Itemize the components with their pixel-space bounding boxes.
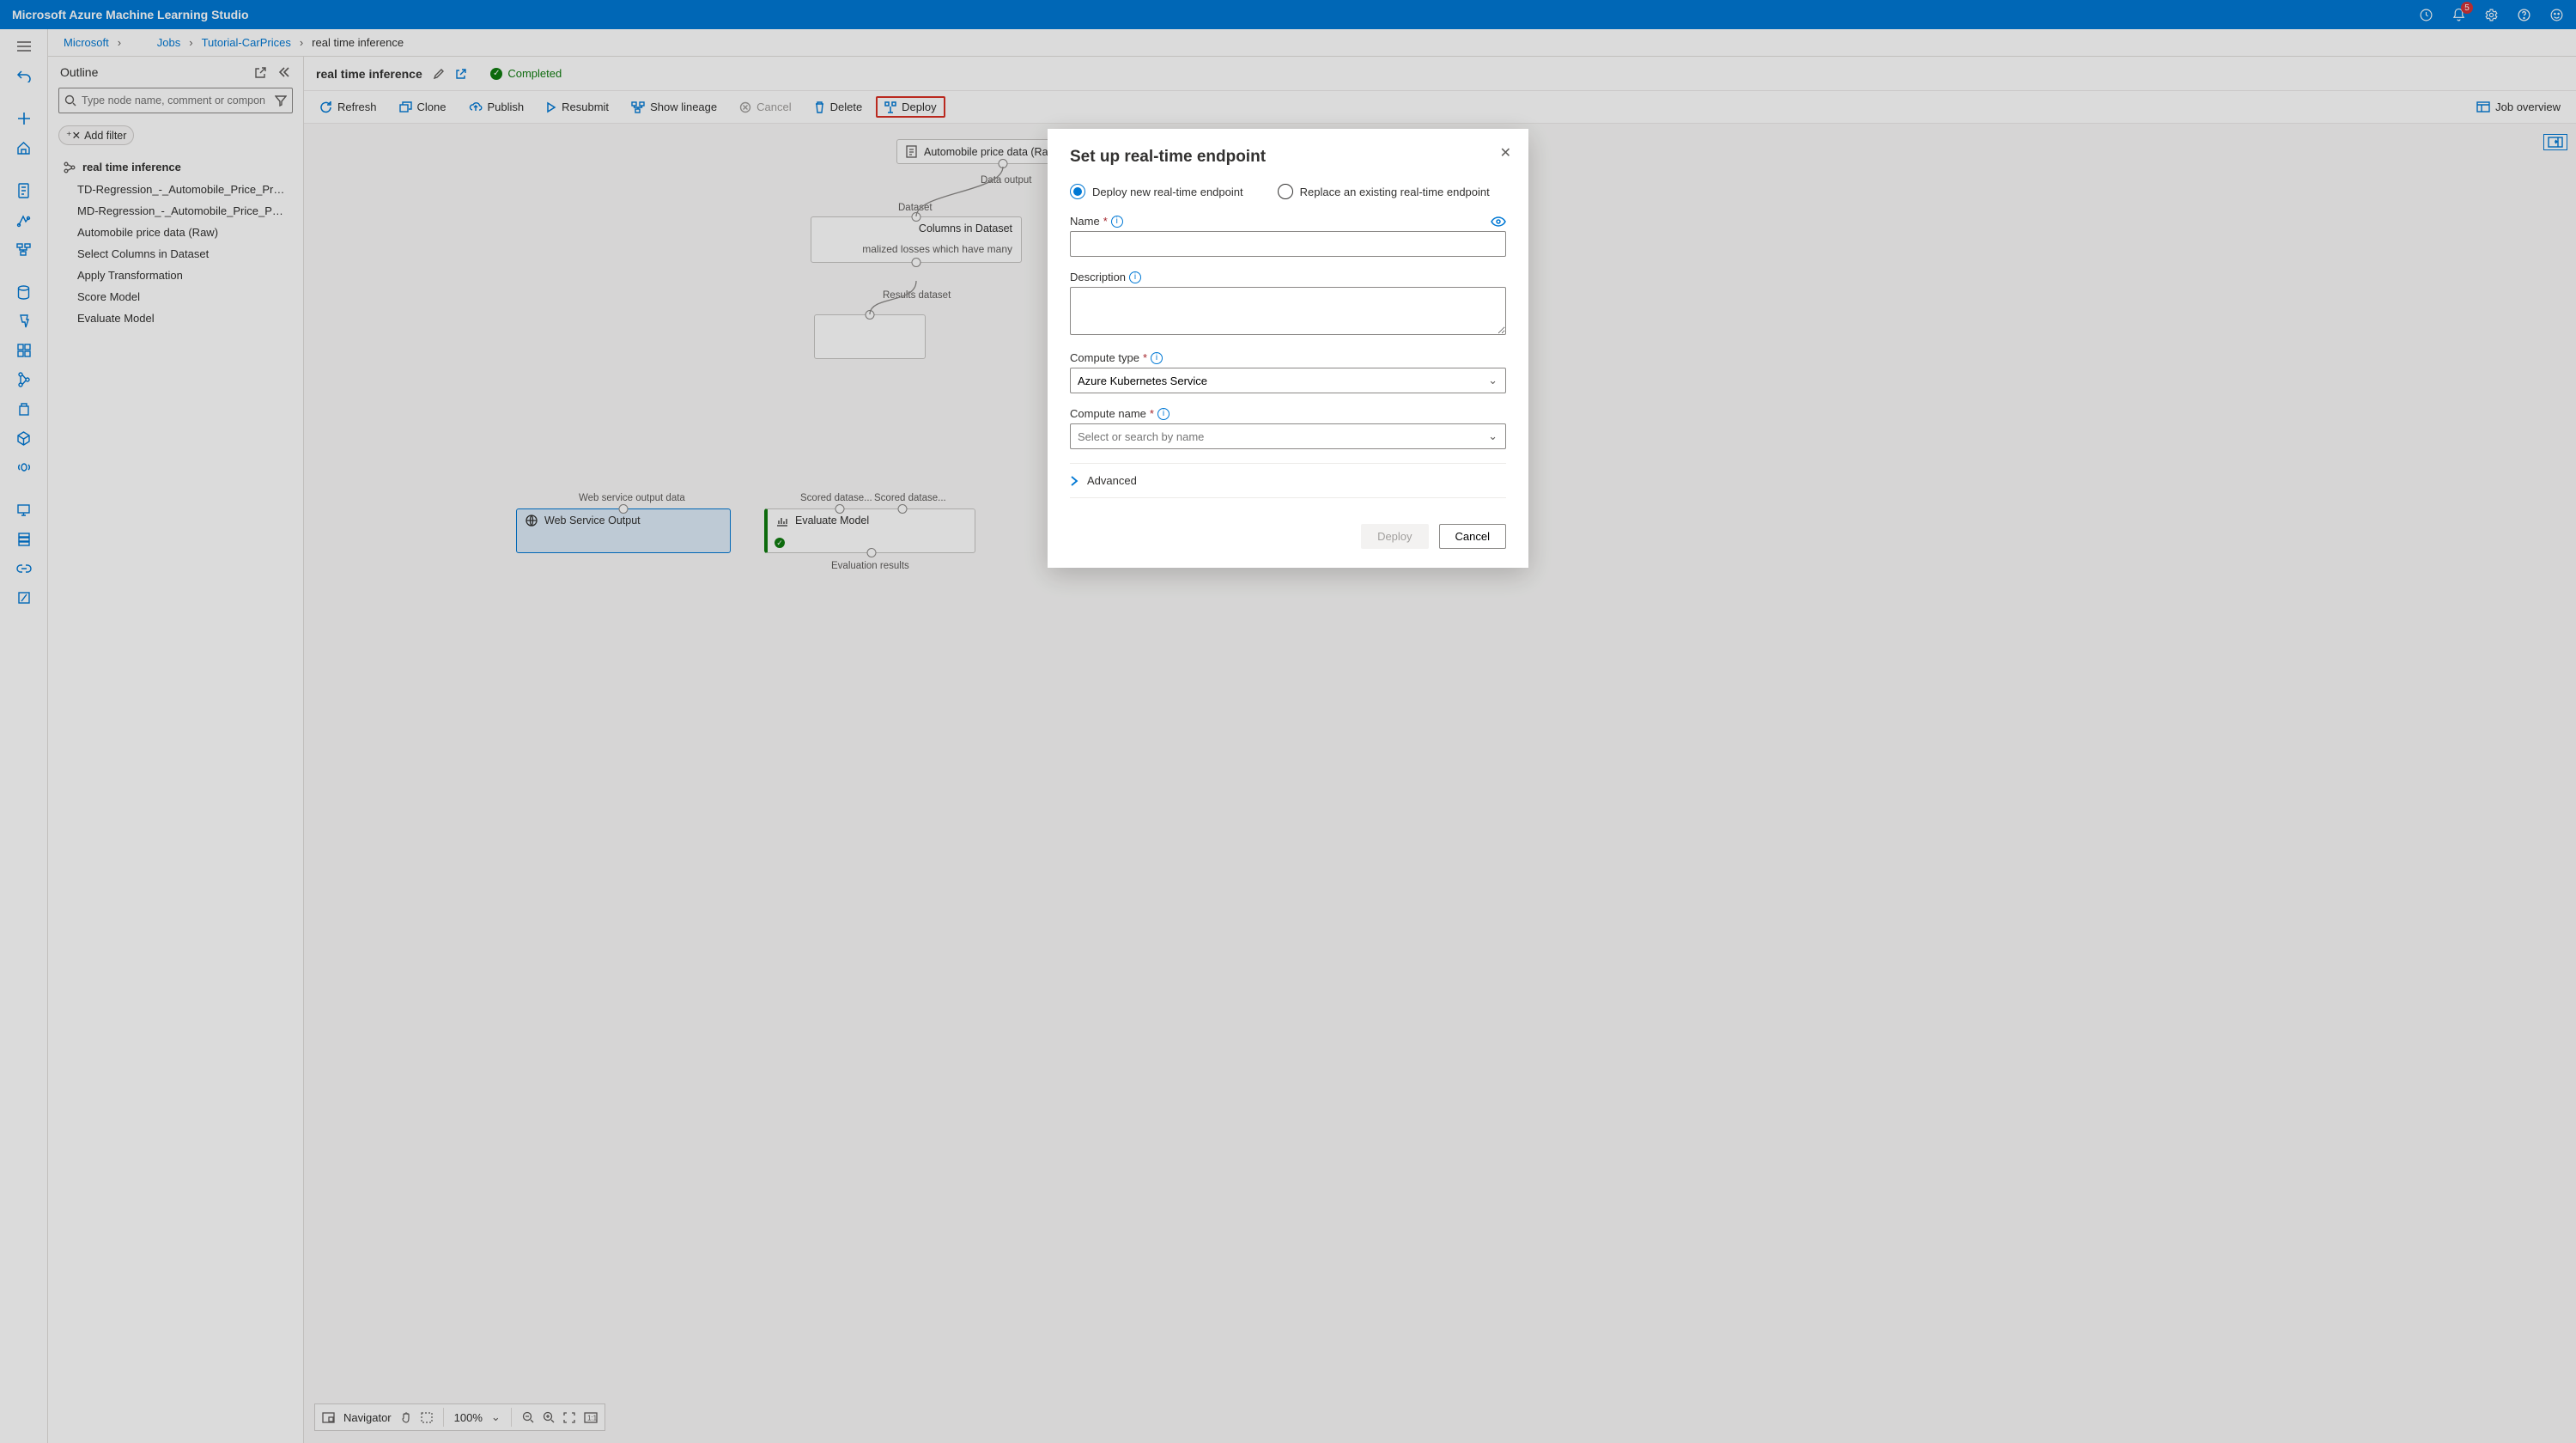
description-input[interactable] [1070, 287, 1506, 335]
radio-deploy-new[interactable]: Deploy new real-time endpoint [1070, 184, 1243, 199]
info-icon[interactable]: i [1157, 408, 1170, 420]
chevron-right-icon [1070, 476, 1078, 486]
modal-backdrop: ✕ Set up real-time endpoint Deploy new r… [0, 0, 2576, 1443]
advanced-toggle[interactable]: Advanced [1070, 463, 1506, 498]
modal-cancel-button[interactable]: Cancel [1439, 524, 1506, 549]
radio-replace-existing[interactable]: Replace an existing real-time endpoint [1278, 184, 1490, 199]
info-icon[interactable]: i [1129, 271, 1141, 283]
radio-unselected-icon [1278, 184, 1293, 199]
modal-deploy-button: Deploy [1361, 524, 1428, 549]
name-label: Name* i [1070, 215, 1506, 228]
modal-title: Set up real-time endpoint [1070, 148, 1506, 167]
description-label: Description i [1070, 271, 1506, 283]
name-input[interactable] [1070, 231, 1506, 257]
compute-type-select[interactable] [1070, 368, 1506, 393]
compute-name-label: Compute name* i [1070, 407, 1506, 420]
info-icon[interactable]: i [1151, 352, 1163, 364]
close-icon[interactable]: ✕ [1500, 144, 1511, 161]
eye-icon[interactable] [1491, 216, 1506, 227]
deploy-modal: ✕ Set up real-time endpoint Deploy new r… [1048, 129, 1528, 568]
radio-selected-icon [1070, 184, 1085, 199]
compute-name-select[interactable] [1070, 423, 1506, 449]
compute-type-label: Compute type* i [1070, 351, 1506, 364]
info-icon[interactable]: i [1111, 216, 1123, 228]
